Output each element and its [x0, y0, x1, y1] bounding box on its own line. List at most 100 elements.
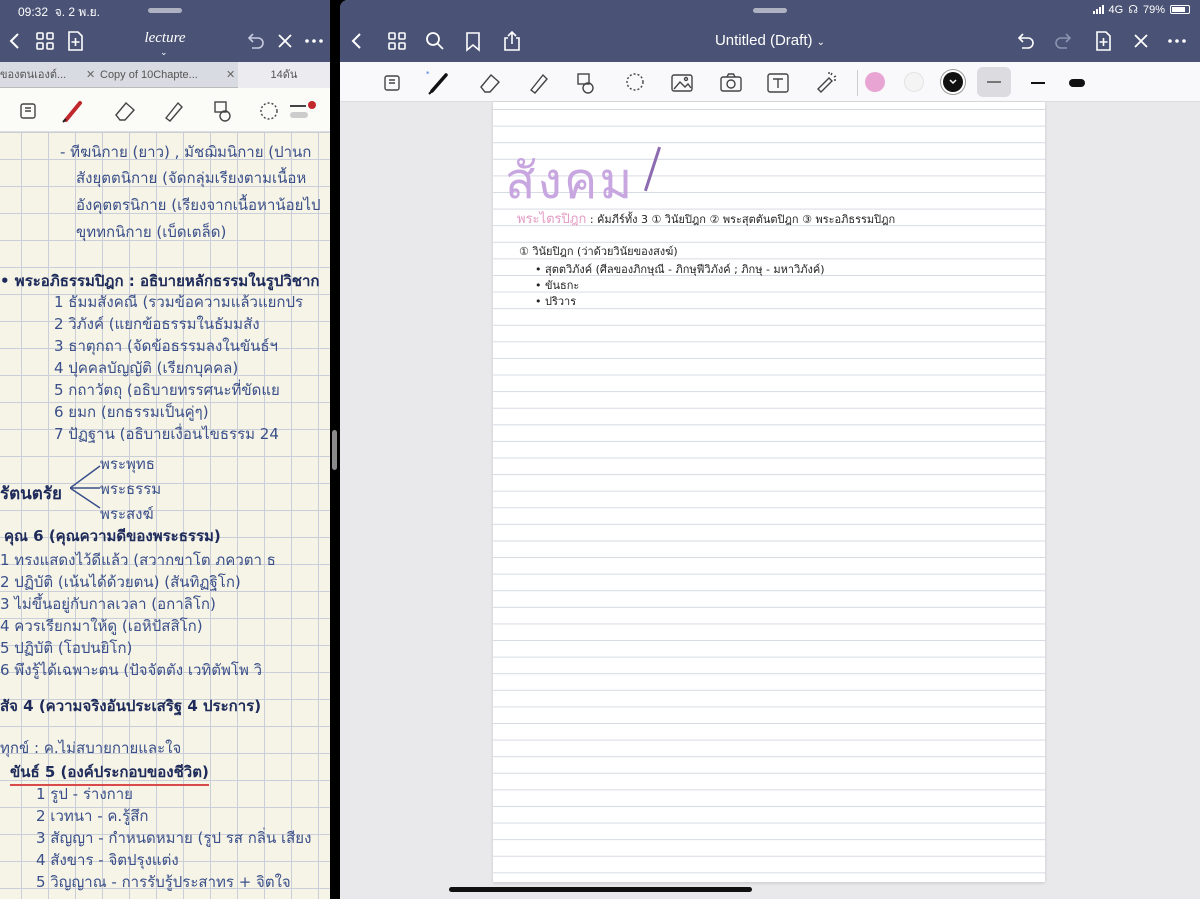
- note-line: 3 ธาตุกถา (จัดข้อธรรมลงในขันธ์ฯ: [54, 337, 278, 355]
- back-icon[interactable]: [346, 30, 368, 52]
- stroke-size-thin[interactable]: [977, 67, 1011, 97]
- highlighter-icon[interactable]: [525, 70, 551, 96]
- note-line: 5 กถาวัตถุ (อธิบายทรรศนะที่ขัดแย: [54, 381, 280, 399]
- left-notebook-title[interactable]: lecture: [120, 30, 210, 47]
- more-icon[interactable]: [1166, 30, 1188, 52]
- split-screen: 09:32 จ. 2 พ.ย. lecture ⌄ ของตนเองต์... …: [0, 0, 1200, 899]
- note-line: สังยุตตนิกาย (จัดกลุ่มเรียงตามเนื้อห: [76, 169, 307, 187]
- multitask-grabber[interactable]: [753, 8, 787, 13]
- text-box-icon[interactable]: [765, 70, 791, 96]
- read-mode-icon[interactable]: [16, 98, 42, 124]
- left-nav-bar: 09:32 จ. 2 พ.ย. lecture ⌄: [0, 0, 330, 62]
- note-label-pink: พระไตรปิฎก: [517, 212, 587, 227]
- left-app-pane: 09:32 จ. 2 พ.ย. lecture ⌄ ของตนเองต์... …: [0, 0, 330, 899]
- add-page-icon[interactable]: [1092, 30, 1114, 52]
- tab-1[interactable]: ของตนเองต์...: [0, 62, 76, 88]
- more-icon[interactable]: [303, 30, 325, 52]
- note-line: 2 วิภังค์ (แยกข้อธรรมในธัมมสัง: [54, 315, 260, 333]
- document-title[interactable]: Untitled (Draft) ⌄: [670, 32, 870, 49]
- grid-view-icon[interactable]: [34, 30, 56, 52]
- bracket-lines-icon: [70, 465, 101, 509]
- note-line: ขุททกนิกาย (เบ็ดเตล็ด): [76, 223, 227, 241]
- color-swatch-pink[interactable]: [865, 72, 885, 92]
- color-stroke-icon[interactable]: [288, 98, 316, 124]
- tab-close-icon[interactable]: ✕: [86, 62, 95, 88]
- note-line: 1 ธัมมสังคณี (รวมข้อความแล้วแยกปร: [54, 293, 304, 311]
- battery-percent: 79%: [1142, 3, 1165, 16]
- status-indicators: 4G ☊ 79%: [1092, 3, 1190, 16]
- note-line: 5 วิญญาณ - การรับรู้ประสาทร + จิตใจ: [36, 873, 291, 891]
- chevron-down-icon[interactable]: ⌄: [817, 37, 825, 48]
- note-line: 2 เวทนา - ค.รู้สึก: [36, 807, 149, 825]
- note-line: อังคุตตรนิกาย (เรียงจากเนื้อหาน้อยไป: [76, 196, 321, 214]
- signal-icon: [1092, 5, 1104, 14]
- note-line: 4 สังขาร - จิตปรุงแต่ง: [36, 851, 179, 869]
- tab-close-icon[interactable]: ✕: [226, 62, 235, 88]
- image-icon[interactable]: [669, 70, 695, 96]
- tab-3[interactable]: 14ดัน: [238, 62, 330, 88]
- note-text: : คัมภีร์ทั้ง 3 ① วินัยปิฎก ② พระสุตตันต…: [589, 213, 896, 226]
- search-icon[interactable]: [424, 30, 446, 52]
- note-line: 3 ไม่ขึ้นอยู่กับกาลเวลา (อกาลิโก): [0, 595, 216, 613]
- laser-pointer-icon[interactable]: [813, 70, 839, 96]
- redo-icon[interactable]: [1053, 30, 1075, 52]
- eraser-icon[interactable]: [112, 98, 138, 124]
- split-divider-handle[interactable]: [332, 430, 337, 470]
- close-icon[interactable]: [1130, 30, 1152, 52]
- note-line: 5 ปฏิบัติ (โอปนยิโก): [0, 639, 133, 657]
- lasso-icon[interactable]: [256, 98, 282, 124]
- share-icon[interactable]: [501, 30, 523, 52]
- bookmark-icon[interactable]: [462, 30, 484, 52]
- toolbar-separator: [857, 70, 858, 96]
- note-line: สัจ 4 (ความจริงอันประเสริฐ 4 ประการ): [0, 697, 262, 715]
- multitask-grabber[interactable]: [148, 8, 182, 13]
- note-line: คุณ 6 (คุณความดีของพระธรรม): [4, 527, 221, 545]
- color-swatch-black[interactable]: [943, 72, 963, 92]
- undo-icon[interactable]: [1014, 30, 1036, 52]
- left-tab-bar: ของตนเองต์... ✕ Copy of 10Chapte... ✕ 14…: [0, 62, 330, 88]
- battery-icon: [1170, 5, 1190, 14]
- add-page-icon[interactable]: [64, 30, 86, 52]
- shapes-icon[interactable]: [210, 98, 236, 124]
- right-app-pane: 4G ☊ 79% Untitled (Draft) ⌄ * สังคม พระไ…: [340, 0, 1200, 899]
- note-page[interactable]: สังคม พระไตรปิฎก : คัมภีร์ทั้ง 3 ① วินัย…: [493, 102, 1045, 882]
- status-time: 09:32 จ. 2 พ.ย.: [18, 5, 101, 19]
- note-line: 6 ยมก (ยกธรรมเป็นคู่ๆ): [54, 403, 209, 421]
- note-bullet-3: • ปริวาร: [535, 295, 577, 308]
- note-line-1: พระไตรปิฎก : คัมภีร์ทั้ง 3 ① วินัยปิฎก ②…: [517, 208, 895, 229]
- note-line: รัตนตรัย: [0, 484, 62, 504]
- note-line: 2 ปฏิบัติ (เน้นได้ด้วยตน) (สันทิฏฐิโก): [0, 573, 241, 591]
- lasso-icon[interactable]: [622, 70, 648, 96]
- right-nav-bar: 4G ☊ 79% Untitled (Draft) ⌄: [340, 0, 1200, 62]
- pen-icon[interactable]: *: [426, 70, 452, 96]
- back-icon[interactable]: [4, 30, 26, 52]
- title-slash-stroke: [643, 146, 662, 192]
- note-line: 4 ปุคคลบัญญัติ (เรียกบุคคล): [54, 359, 239, 377]
- headphones-icon: ☊: [1128, 4, 1138, 16]
- note-line: 4 ควรเรียกมาให้ดู (เอหิปัสสิโก): [0, 617, 203, 635]
- chevron-down-icon[interactable]: ⌄: [160, 48, 168, 58]
- note-line: พระสงฆ์: [100, 505, 154, 523]
- left-notebook-page[interactable]: - ทีฆนิกาย (ยาว) , มัชฌิมนิกาย (ปานก สัง…: [0, 132, 330, 899]
- svg-text:*: *: [426, 70, 430, 78]
- note-line: ทุกข์ : ค.ไม่สบายกายและใจ: [0, 739, 182, 757]
- note-line: 1 รูป - ร่างกาย: [36, 785, 133, 803]
- shapes-icon[interactable]: [573, 70, 599, 96]
- undo-icon[interactable]: [244, 30, 266, 52]
- color-swatch-white[interactable]: [904, 72, 924, 92]
- close-icon[interactable]: [274, 30, 296, 52]
- tab-2[interactable]: Copy of 10Chapte...: [100, 62, 218, 88]
- pen-icon[interactable]: [60, 98, 86, 124]
- camera-icon[interactable]: [718, 70, 744, 96]
- grid-view-icon[interactable]: [386, 30, 408, 52]
- stroke-size-thick[interactable]: [1060, 68, 1094, 98]
- note-line: พระธรรม: [100, 480, 162, 498]
- eraser-icon[interactable]: [477, 70, 503, 96]
- right-tool-bar: *: [340, 62, 1200, 102]
- network-label: 4G: [1108, 3, 1124, 16]
- home-indicator[interactable]: [449, 887, 752, 892]
- note-line: พระพุทธ: [100, 455, 155, 473]
- highlighter-icon[interactable]: [160, 98, 186, 124]
- stroke-size-medium[interactable]: [1021, 68, 1055, 98]
- read-mode-icon[interactable]: [380, 70, 406, 96]
